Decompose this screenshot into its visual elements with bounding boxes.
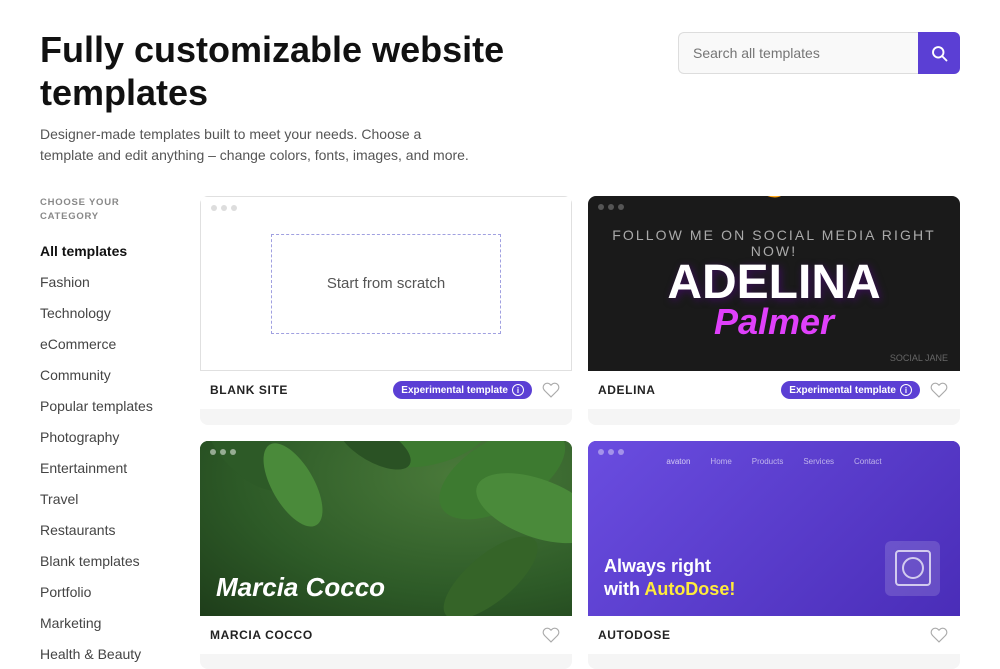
search-input[interactable]: [678, 32, 918, 74]
sidebar-item-blank-templates[interactable]: Blank templates: [40, 547, 170, 576]
heart-icon-autodose: [930, 626, 948, 644]
autodose-card-text: Always rightwith AutoDose!: [604, 555, 735, 602]
sidebar-item-fashion[interactable]: Fashion: [40, 268, 170, 297]
sidebar-nav: All templates Fashion Technology eCommer…: [40, 237, 170, 669]
card-name-adelina: ADELINA: [598, 383, 656, 397]
search-area: [678, 32, 960, 74]
sidebar-item-technology[interactable]: Technology: [40, 299, 170, 328]
sidebar-item-restaurants[interactable]: Restaurants: [40, 516, 170, 545]
sidebar-item-all-templates[interactable]: All templates: [40, 237, 170, 266]
sidebar: CHOOSE YOUR CATEGORY All templates Fashi…: [40, 196, 170, 669]
heart-icon-blank-site: [542, 381, 560, 399]
favorite-button-autodose[interactable]: [928, 624, 950, 646]
card-image-autodose: avaton Home Products Services Contact: [588, 441, 960, 616]
search-icon: [930, 44, 948, 62]
card-image-marcia-cocco: Marcia Cocco: [200, 441, 572, 616]
header-text-block: Fully customizable website templates Des…: [40, 28, 678, 166]
category-label: CHOOSE YOUR CATEGORY: [40, 196, 170, 223]
page-title: Fully customizable website templates: [40, 28, 678, 114]
info-icon-blank-site: i: [512, 384, 524, 396]
card-name-autodose: AUTODOSE: [598, 628, 671, 642]
page-subtitle: Designer-made templates built to meet yo…: [40, 124, 470, 166]
sidebar-item-popular-templates[interactable]: Popular templates: [40, 392, 170, 421]
sidebar-item-photography[interactable]: Photography: [40, 423, 170, 452]
marcia-dots: [210, 449, 236, 455]
favorite-button-adelina[interactable]: [928, 379, 950, 401]
card-image-adelina: FOLLOW ME ON SOCIAL MEDIA RIGHT NOW! ADE…: [588, 196, 960, 371]
experimental-badge-blank-site: Experimental template i: [393, 381, 532, 399]
card-badges-adelina: Experimental template i: [781, 379, 950, 401]
card-footer-blank-site: BLANK SITE Experimental template i: [200, 371, 572, 409]
template-card-autodose[interactable]: avaton Home Products Services Contact: [588, 441, 960, 669]
experimental-badge-adelina: Experimental template i: [781, 381, 920, 399]
heart-icon-adelina: [930, 381, 948, 399]
sidebar-item-travel[interactable]: Travel: [40, 485, 170, 514]
favorite-button-marcia-cocco[interactable]: [540, 624, 562, 646]
card-image-blank-site: Start from scratch: [200, 196, 572, 371]
blank-site-start-text: Start from scratch: [271, 234, 501, 334]
info-icon-adelina: i: [900, 384, 912, 396]
sidebar-item-ecommerce[interactable]: eCommerce: [40, 330, 170, 359]
card-footer-adelina: ADELINA Experimental template i: [588, 371, 960, 409]
favorite-button-blank-site[interactable]: [540, 379, 562, 401]
autodose-dots: [598, 449, 624, 455]
card-footer-marcia-cocco: MARCIA COCCO: [200, 616, 572, 654]
sidebar-item-entertainment[interactable]: Entertainment: [40, 454, 170, 483]
card-badges-autodose: [928, 624, 950, 646]
card-footer-autodose: AUTODOSE: [588, 616, 960, 654]
sidebar-item-marketing[interactable]: Marketing: [40, 609, 170, 638]
templates-grid: Start from scratch BLANK SITE Experiment…: [200, 196, 960, 669]
card-name-blank-site: BLANK SITE: [210, 383, 288, 397]
sidebar-item-health-beauty[interactable]: Health & Beauty: [40, 640, 170, 669]
marcia-card-text: Marcia Cocco: [216, 573, 385, 602]
card-badges-marcia-cocco: [540, 624, 562, 646]
card-badges-blank-site: Experimental template i: [393, 379, 562, 401]
card-name-marcia-cocco: MARCIA COCCO: [210, 628, 313, 642]
template-card-adelina[interactable]: FOLLOW ME ON SOCIAL MEDIA RIGHT NOW! ADE…: [588, 196, 960, 424]
template-card-marcia-cocco[interactable]: Marcia Cocco MARCIA COCCO: [200, 441, 572, 669]
sidebar-item-portfolio[interactable]: Portfolio: [40, 578, 170, 607]
template-card-blank-site[interactable]: Start from scratch BLANK SITE Experiment…: [200, 196, 572, 424]
heart-icon-marcia-cocco: [542, 626, 560, 644]
search-button[interactable]: [918, 32, 960, 74]
sidebar-item-community[interactable]: Community: [40, 361, 170, 390]
